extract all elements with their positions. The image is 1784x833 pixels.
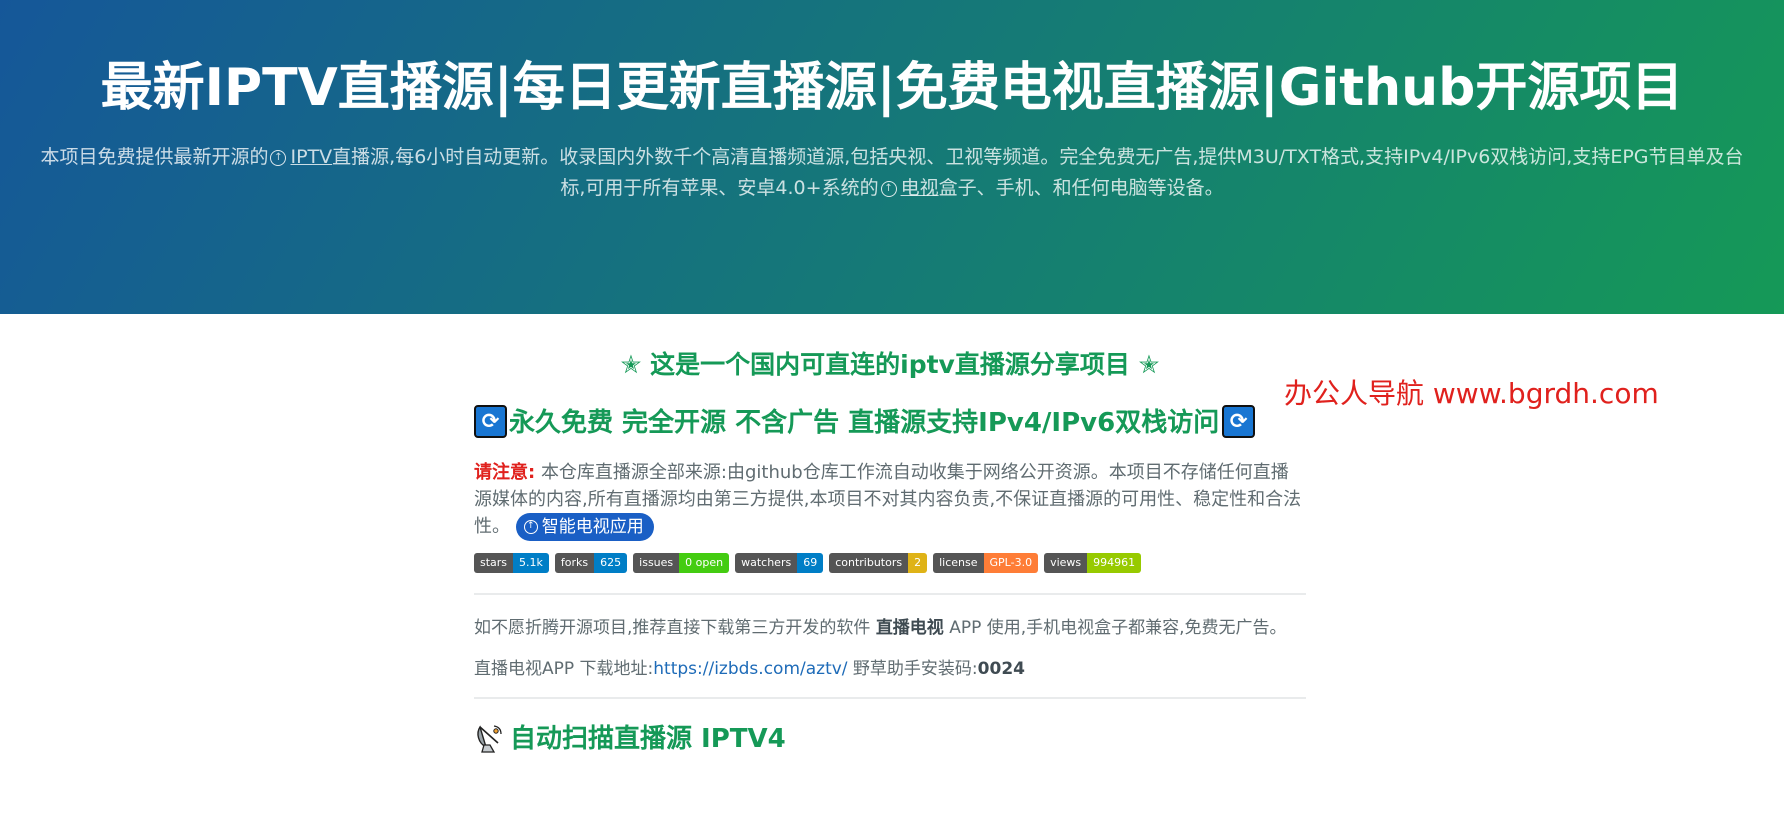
link-arrow-icon: ↑ xyxy=(270,149,287,166)
download-link[interactable]: https://izbds.com/aztv/ xyxy=(653,659,847,679)
promo-heading: ⟳ 永久免费 完全开源 不含广告 直播源支持IPv4/IPv6双栈访问 ⟳ xyxy=(474,403,1306,443)
iptv4-section-heading: 自动扫描直播源 IPTV4 xyxy=(474,719,1306,759)
badge-label: license xyxy=(933,553,984,573)
iptv-link[interactable]: IPTV xyxy=(290,146,332,168)
iptv4-section-title: 自动扫描直播源 IPTV4 xyxy=(510,724,786,754)
badge-value: 0 open xyxy=(679,553,730,573)
project-intro-heading: ✭ 这是一个国内可直连的iptv直播源分享项目 ✭ xyxy=(620,350,1160,379)
badge-stars[interactable]: stars 5.1k xyxy=(474,553,549,573)
page-header: 最新IPTV直播源|每日更新直播源|免费电视直播源|Github开源项目 本项目… xyxy=(0,0,1784,314)
recommendation-text-2: APP 使用,手机电视盒子都兼容,免费无广告。 xyxy=(943,618,1287,638)
link-arrow-icon: ↑ xyxy=(880,180,897,197)
site-watermark: 办公人导航 www.bgrdh.com xyxy=(1284,377,1659,410)
disclaimer-notice: 请注意: 本仓库直播源全部来源:由github仓库工作流自动收集于网络公开资源。… xyxy=(474,459,1306,541)
download-info: 直播电视APP 下载地址:https://izbds.com/aztv/ 野草助… xyxy=(474,656,1306,683)
notice-label: 请注意: xyxy=(474,462,536,483)
project-tagline: 本项目免费提供最新开源的 ↑ IPTV直播源,每6小时自动更新。收录国内外数千个高清… xyxy=(30,142,1754,204)
repo-badges: stars 5.1k forks 625 issues 0 open watchers 69 c… xyxy=(474,553,1306,573)
badge-label: issues xyxy=(633,553,680,573)
smart-tv-app-label: 智能电视应用 xyxy=(541,517,644,537)
sync-icon: ⟳ xyxy=(474,405,507,438)
download-label: 直播电视APP 下载地址: xyxy=(474,659,654,679)
badge-license[interactable]: license GPL-3.0 xyxy=(933,553,1039,573)
tagline-text-3: 盒子、手机、和任何电脑等设备。 xyxy=(938,177,1224,199)
badge-label: views xyxy=(1044,553,1088,573)
sync-icon: ⟳ xyxy=(1222,405,1256,438)
satellite-dish-icon xyxy=(477,724,502,753)
page-title: 最新IPTV直播源|每日更新直播源|免费电视直播源|Github开源项目 xyxy=(100,58,1684,118)
tv-link[interactable]: 电视 xyxy=(901,177,939,199)
badge-value: 69 xyxy=(797,553,824,573)
badge-views[interactable]: views 994961 xyxy=(1044,553,1142,573)
badge-label: contributors xyxy=(829,553,909,573)
badge-forks[interactable]: forks 625 xyxy=(554,553,628,573)
badge-label: forks xyxy=(554,553,595,573)
badge-value: 2 xyxy=(908,553,928,573)
app-name: 直播电视 xyxy=(875,618,944,638)
divider xyxy=(474,593,1306,595)
install-code-label: 野草助手安装码: xyxy=(847,659,978,679)
tagline-text-1: 本项目免费提供最新开源的 xyxy=(40,146,269,168)
badge-value: 994961 xyxy=(1087,553,1142,573)
badge-value: 5.1k xyxy=(513,553,549,573)
smart-tv-app-link[interactable]: ↑ 智能电视应用 xyxy=(515,513,654,541)
badge-contributors[interactable]: contributors 2 xyxy=(829,553,928,573)
badge-label: stars xyxy=(474,553,514,573)
badge-value: 625 xyxy=(594,553,628,573)
divider xyxy=(474,697,1306,699)
badge-watchers[interactable]: watchers 69 xyxy=(735,553,824,573)
promo-heading-text: 永久免费 完全开源 不含广告 直播源支持IPv4/IPv6双栈访问 xyxy=(509,408,1220,438)
app-recommendation: 如不愿折腾开源项目,推荐直接下载第三方开发的软件 直播电视 APP 使用,手机电… xyxy=(474,615,1306,642)
main-content: ✭ 这是一个国内可直连的iptv直播源分享项目 ✭ ⟳ 永久免费 完全开源 不含广… xyxy=(474,345,1306,759)
badge-label: watchers xyxy=(735,553,798,573)
badge-value: GPL-3.0 xyxy=(983,553,1039,573)
install-code: 0024 xyxy=(977,659,1025,679)
recommendation-text: 如不愿折腾开源项目,推荐直接下载第三方开发的软件 xyxy=(474,618,876,638)
link-arrow-icon: ↑ xyxy=(523,520,538,534)
badge-issues[interactable]: issues 0 open xyxy=(633,553,730,573)
